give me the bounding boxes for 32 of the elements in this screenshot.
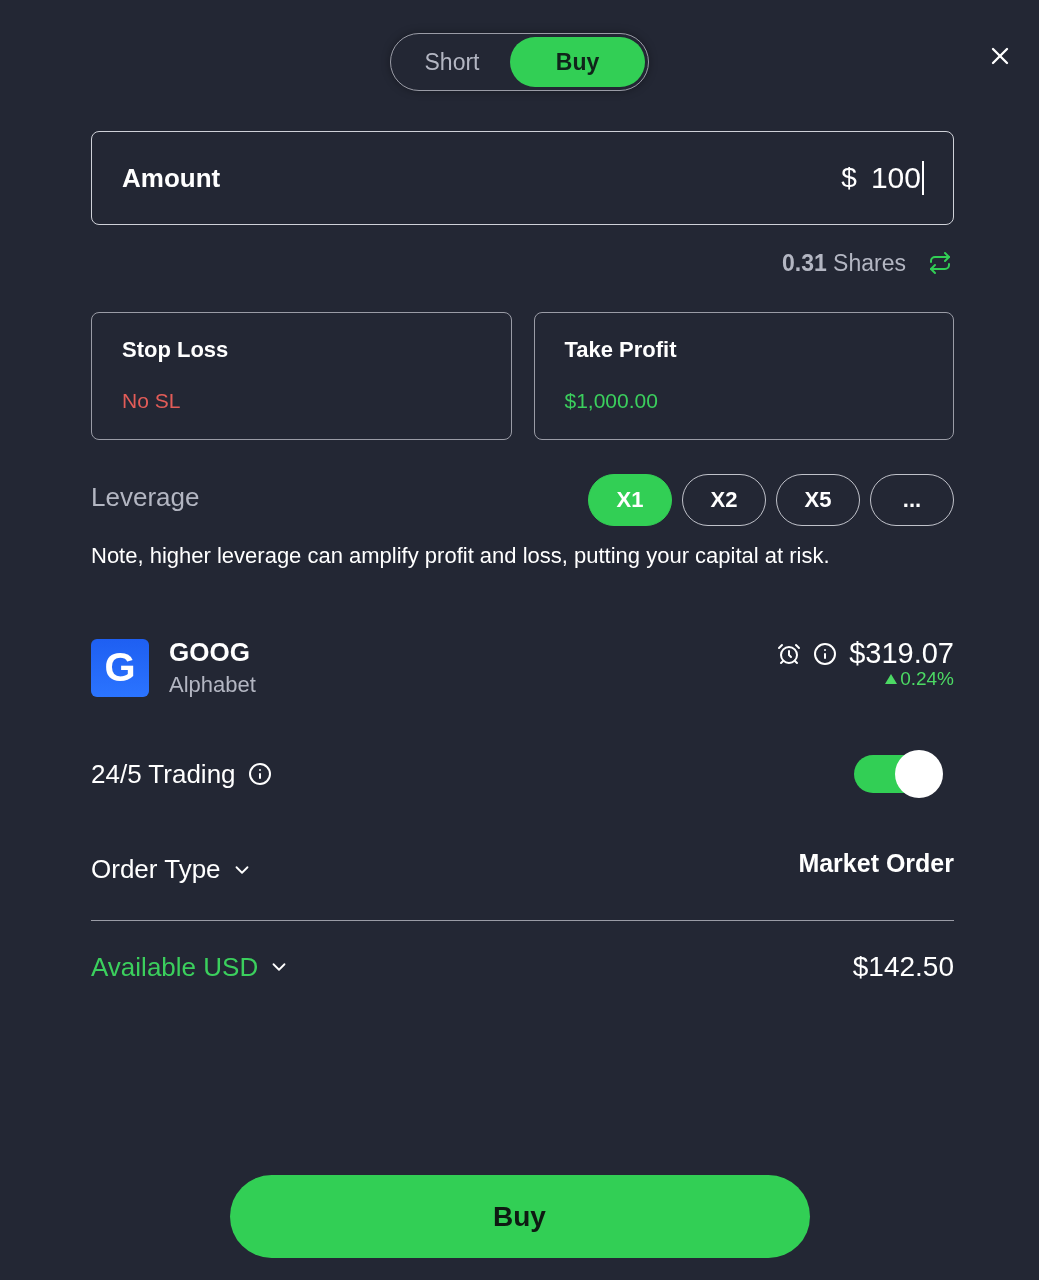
toggle-switch[interactable] <box>854 750 943 798</box>
stock-price: $319.07 <box>849 637 954 670</box>
card-title: Stop Loss <box>122 337 230 363</box>
order-card[interactable]: Stop Loss No SL <box>91 312 512 440</box>
leverage-label: Leverage <box>91 481 200 513</box>
amount-field[interactable]: Amount $ 100 <box>91 131 954 225</box>
amount-value: 100 <box>870 161 921 195</box>
info-icon[interactable] <box>247 762 272 786</box>
card-value: $1,000.00 <box>564 389 659 413</box>
price-change: 0.24% <box>900 668 954 690</box>
order-card[interactable]: Take Profit $1,000.00 <box>533 312 954 440</box>
info-icon[interactable] <box>813 641 838 666</box>
buy-button[interactable]: Buy <box>229 1175 810 1258</box>
side-tab[interactable]: Buy <box>510 37 645 87</box>
text-cursor-icon <box>922 161 924 195</box>
amount-label: Amount <box>122 162 221 194</box>
card-value: No SL <box>122 389 182 413</box>
ticker-symbol: GOOG <box>169 637 251 668</box>
order-type-dropdown[interactable]: Order Type <box>91 854 253 885</box>
available-balance: $142.50 <box>852 951 954 983</box>
company-logo: G <box>91 638 149 697</box>
currency-symbol: $ <box>841 162 857 194</box>
currency-dropdown[interactable]: Available USD <box>91 951 291 983</box>
company-name: Alphabet <box>169 672 256 698</box>
side-tab[interactable]: Short <box>394 37 510 87</box>
alarm-clock-icon[interactable] <box>777 641 802 666</box>
leverage-note: Note, higher leverage can amplify profit and loss, putting your capital at risk. <box>91 542 831 570</box>
trading-label: 24/5 Trading <box>91 758 236 790</box>
card-title: Take Profit <box>564 337 678 363</box>
shares-quantity: 0.31 Shares <box>781 249 906 277</box>
order-type-value: Market Order <box>798 849 954 878</box>
repeat-arrows-icon[interactable] <box>928 251 952 275</box>
